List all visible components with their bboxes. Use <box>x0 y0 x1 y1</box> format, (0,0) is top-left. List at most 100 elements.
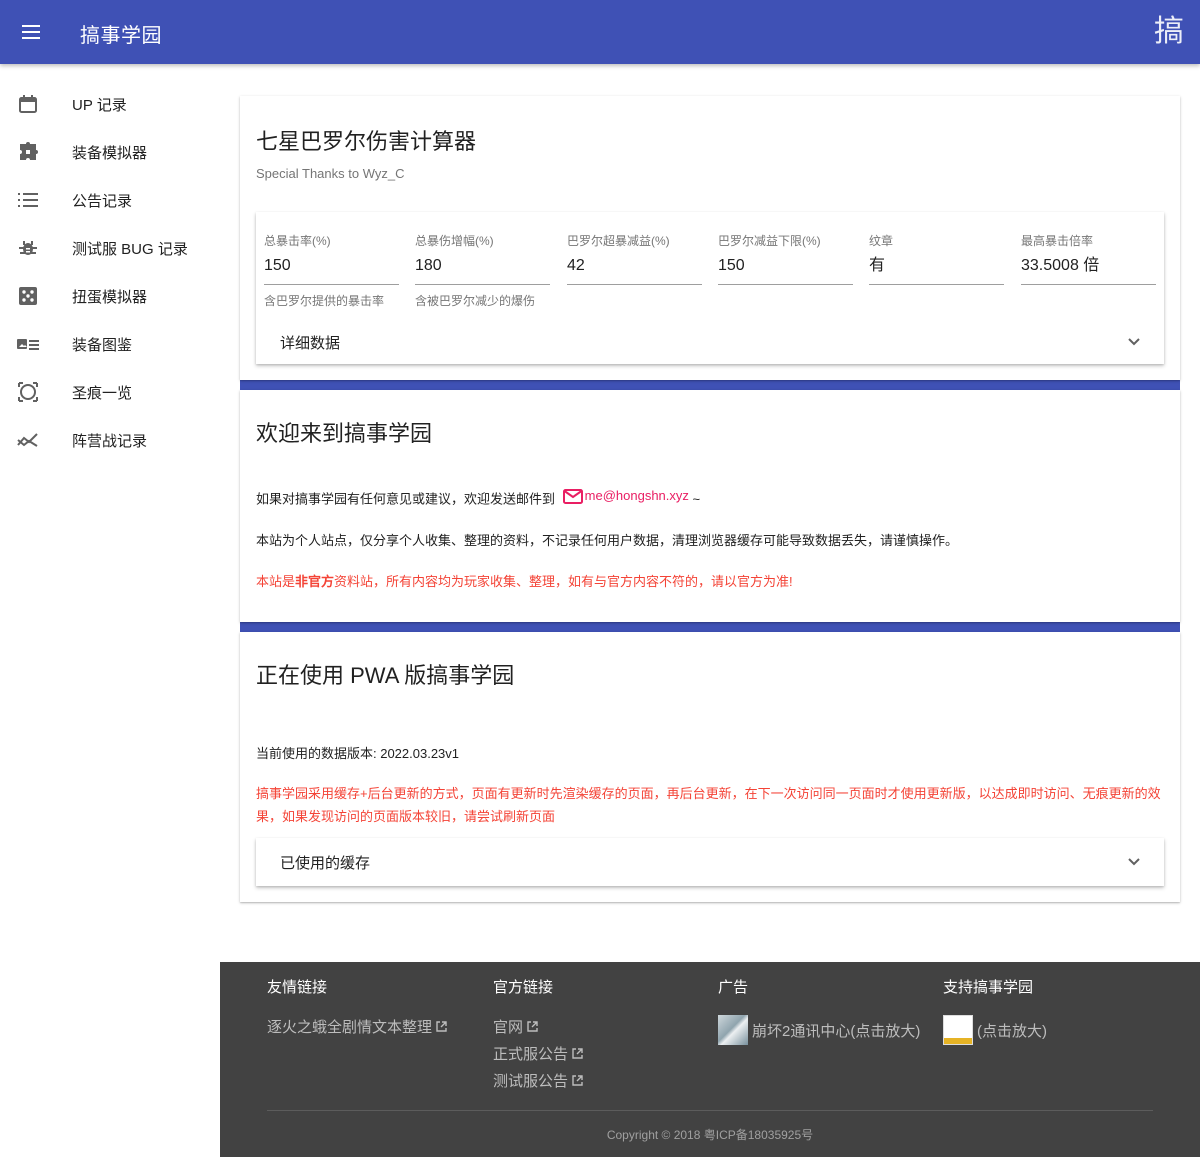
crit-damage-input[interactable]: 180 <box>415 249 550 285</box>
sidebar-item-equip-gallery[interactable]: 装备图鉴 <box>0 320 220 368</box>
support-link[interactable]: (点击放大) <box>943 1013 1047 1047</box>
external-link-icon <box>572 1048 583 1059</box>
sidebar-item-up-records[interactable]: UP 记录 <box>0 80 220 128</box>
cache-expander[interactable]: 已使用的缓存 <box>256 838 1164 886</box>
ad-thumbnail[interactable] <box>718 1015 748 1045</box>
field-label: 巴罗尔减益下限(%) <box>718 234 821 248</box>
sidebar-item-label: 公告记录 <box>72 192 133 210</box>
footer-divider <box>267 1110 1153 1111</box>
sidebar-item-label: 装备模拟器 <box>72 144 148 162</box>
sidebar-item-label: UP 记录 <box>72 96 127 114</box>
calculator-panel: 总暴击率(%) 150 含巴罗尔提供的暴击率 总暴伤增幅(%) 180 含被巴罗… <box>256 212 1164 364</box>
sidebar-item-label: 圣痕一览 <box>72 384 133 402</box>
app-title[interactable]: 搞事学园 <box>80 19 162 48</box>
debuff-floor-field[interactable]: 巴罗尔减益下限(%) 150 <box>718 232 853 285</box>
feedback-paragraph: 如果对搞事学园有任何意见或建议，欢迎发送邮件到 me@hongshn.xyz ~ <box>256 486 1164 510</box>
puzzle-icon <box>16 140 40 164</box>
welcome-title: 欢迎来到搞事学园 <box>256 421 433 446</box>
disclaimer-suffix: 资料站，所有内容均为玩家收集、整理，如有与官方内容不符的，请以官方为准! <box>334 573 793 589</box>
data-version: 当前使用的数据版本: 2022.03.23v1 <box>256 746 460 761</box>
field-hint: 含巴罗尔提供的暴击率 <box>264 294 385 308</box>
field-label: 纹章 <box>869 234 894 248</box>
crop-icon <box>16 380 40 404</box>
disclaimer-paragraph: 本站是非官方资料站，所有内容均为玩家收集、整理，如有与官方内容不符的，请以官方为… <box>256 572 1164 592</box>
email-address: me@hongshn.xyz <box>584 488 689 503</box>
footer-official: 官方链接 官网 正式服公告 测试服公告 <box>493 976 583 1094</box>
section-divider <box>240 622 1180 632</box>
section-divider <box>240 380 1180 390</box>
field-label: 最高暴击倍率 <box>1021 234 1094 248</box>
live-server-notice-link[interactable]: 正式服公告 <box>493 1040 583 1067</box>
main-content: 七星巴罗尔伤害计算器 Special Thanks to Wyz_C 总暴击率(… <box>240 96 1180 902</box>
disclaimer-prefix: 本站是 <box>256 573 296 589</box>
bug-icon <box>16 236 40 260</box>
details-label: 详细数据 <box>280 334 341 352</box>
sidebar-item-equip-sim[interactable]: 装备模拟器 <box>0 128 220 176</box>
pwa-title: 正在使用 PWA 版搞事学园 <box>256 663 515 688</box>
app-bar: 搞事学园 搞 <box>0 0 1200 64</box>
footer-ads: 广告 崩坏2通讯中心(点击放大) <box>718 976 920 1047</box>
max-crit-multiplier-field: 最高暴击倍率 33.5008 倍 <box>1021 232 1156 285</box>
ad-label: 崩坏2通讯中心(点击放大) <box>752 1022 921 1040</box>
field-label: 巴罗尔超暴减益(%) <box>567 234 670 248</box>
emblem-select[interactable]: 有 <box>869 249 1004 285</box>
chevron-down-icon <box>1128 338 1140 346</box>
footer-heading: 友情链接 <box>267 979 328 996</box>
debuff-floor-input[interactable]: 150 <box>718 249 853 285</box>
ad-link[interactable]: 崩坏2通讯中心(点击放大) <box>718 1013 920 1047</box>
footer-support: 支持搞事学园 (点击放大) <box>943 976 1047 1047</box>
chart-icon <box>16 428 40 452</box>
crit-rate-field[interactable]: 总暴击率(%) 150 含巴罗尔提供的暴击率 <box>264 232 399 309</box>
menu-button[interactable] <box>12 12 52 52</box>
link-label: 逐火之蛾全剧情文本整理 <box>267 1019 433 1036</box>
sidebar-item-faction-war[interactable]: 阵营战记录 <box>0 416 220 464</box>
copyright: Copyright © 2018 粤ICP备18035925号 <box>606 1128 814 1142</box>
menu-icon <box>22 25 40 39</box>
over-crit-debuff-input[interactable]: 42 <box>567 249 702 285</box>
support-label: (点击放大) <box>977 1022 1047 1040</box>
tilde: ~ <box>692 491 701 507</box>
sidebar-item-test-bugs[interactable]: 测试服 BUG 记录 <box>0 224 220 272</box>
sidebar-item-stigmata[interactable]: 圣痕一览 <box>0 368 220 416</box>
field-label: 总暴击率(%) <box>264 234 331 248</box>
crit-damage-field[interactable]: 总暴伤增幅(%) 180 含被巴罗尔减少的爆伤 <box>415 232 550 309</box>
crit-rate-input[interactable]: 150 <box>264 249 399 285</box>
sidebar-item-label: 装备图鉴 <box>72 336 133 354</box>
cache-label: 已使用的缓存 <box>280 854 371 872</box>
calculator-title: 七星巴罗尔伤害计算器 <box>256 129 477 154</box>
email-link[interactable]: me@hongshn.xyz <box>559 486 689 506</box>
field-hint: 含被巴罗尔减少的爆伤 <box>415 294 536 308</box>
max-crit-multiplier-value: 33.5008 倍 <box>1021 249 1156 285</box>
pwa-card: 正在使用 PWA 版搞事学园 当前使用的数据版本: 2022.03.23v1 搞… <box>240 632 1180 902</box>
calendar-icon <box>16 92 40 116</box>
details-expander[interactable]: 详细数据 <box>256 320 1164 364</box>
over-crit-debuff-field[interactable]: 巴罗尔超暴减益(%) 42 <box>567 232 702 285</box>
pwa-notice: 搞事学园采用缓存+后台更新的方式，页面有更新时先渲染缓存的页面，再后台更新，在下… <box>256 786 1161 824</box>
mail-icon <box>562 488 583 504</box>
external-link-icon <box>572 1075 583 1086</box>
official-site-link[interactable]: 官网 <box>493 1013 583 1040</box>
qr-thumbnail[interactable] <box>943 1015 973 1045</box>
logo-icon: 搞 <box>1154 14 1184 49</box>
footer-heading: 官方链接 <box>493 979 554 996</box>
sidebar-item-gacha-sim[interactable]: 扭蛋模拟器 <box>0 272 220 320</box>
privacy-paragraph: 本站为个人站点，仅分享个人收集、整理的资料，不记录任何用户数据，清理浏览器缓存可… <box>256 532 959 548</box>
sidebar-item-announcements[interactable]: 公告记录 <box>0 176 220 224</box>
footer-heading: 支持搞事学园 <box>943 979 1034 996</box>
link-label: 官网 <box>493 1019 524 1036</box>
footer-friends: 友情链接 逐火之蛾全剧情文本整理 <box>267 976 447 1040</box>
list-icon <box>16 188 40 212</box>
external-link-icon <box>436 1021 447 1032</box>
calculator-subtitle: Special Thanks to Wyz_C <box>256 166 405 181</box>
external-link-icon <box>527 1021 538 1032</box>
test-server-notice-link[interactable]: 测试服公告 <box>493 1067 583 1094</box>
feedback-text: 如果对搞事学园有任何意见或建议，欢迎发送邮件到 <box>256 491 556 507</box>
sidebar-item-label: 阵营战记录 <box>72 432 148 450</box>
chevron-down-icon <box>1128 858 1140 866</box>
friend-link[interactable]: 逐火之蛾全剧情文本整理 <box>267 1013 447 1040</box>
footer: 友情链接 逐火之蛾全剧情文本整理 官方链接 官网 正式服公告 测试服公告 广告 … <box>220 962 1200 1157</box>
disclaimer-bold: 非官方 <box>295 573 335 589</box>
card-icon <box>16 332 40 356</box>
sidebar-item-label: 扭蛋模拟器 <box>72 288 148 306</box>
emblem-field[interactable]: 纹章 有 <box>869 232 1004 285</box>
